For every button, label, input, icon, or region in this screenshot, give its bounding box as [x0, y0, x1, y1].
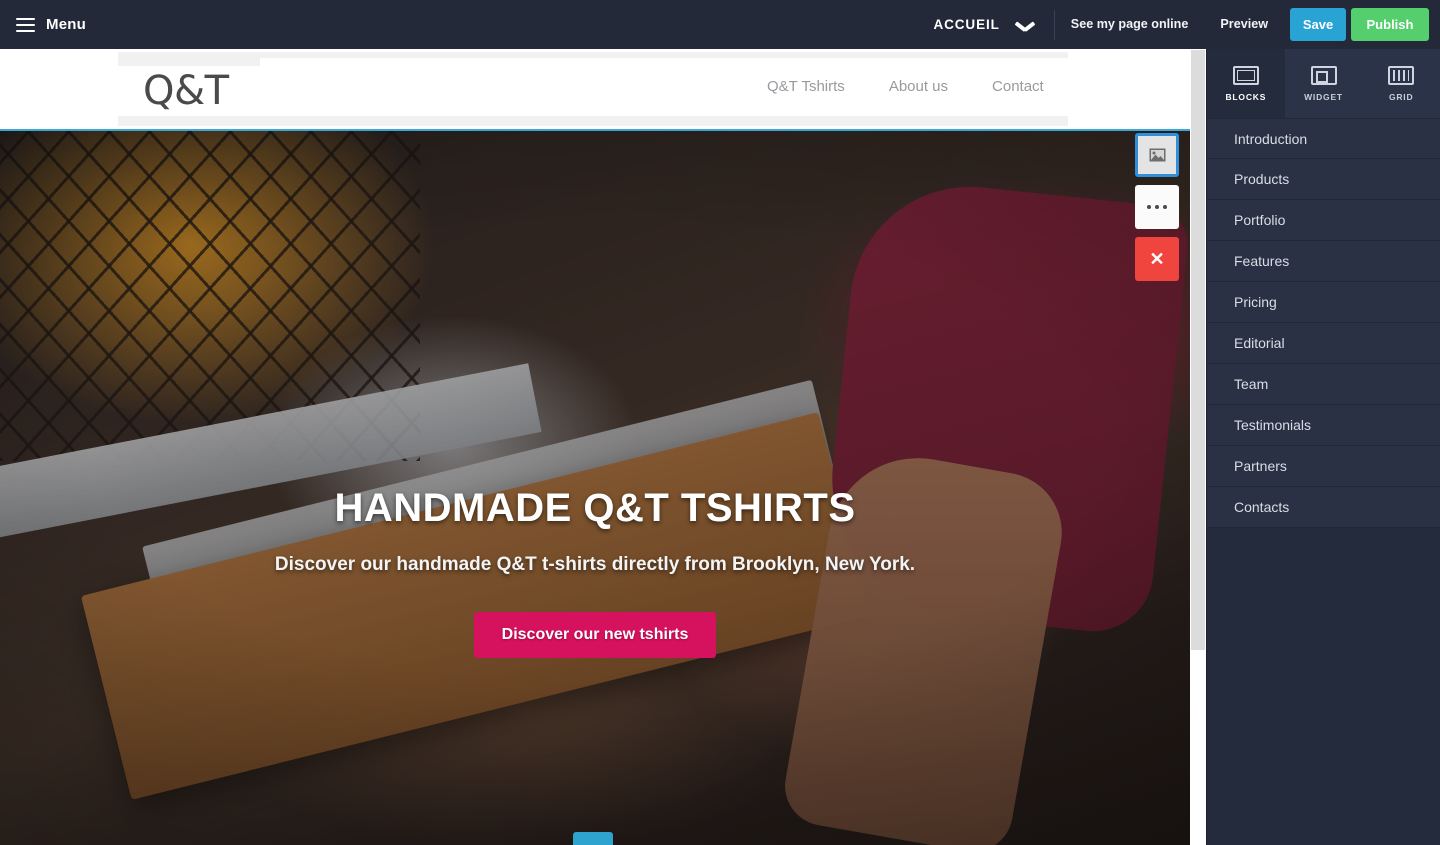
hero-cta-button[interactable]: Discover our new tshirts: [473, 612, 717, 658]
grid-icon: [1388, 65, 1415, 85]
sidebar-item-products[interactable]: Products: [1207, 159, 1440, 200]
panel-tabs: BLOCKS WIDGET GRID: [1207, 49, 1440, 118]
menu-button-label: Menu: [46, 16, 86, 33]
sidebar-item-editorial[interactable]: Editorial: [1207, 323, 1440, 364]
block-tools: ✕: [1135, 133, 1179, 281]
widget-icon: [1310, 65, 1337, 85]
ellipsis-icon: [1146, 204, 1168, 210]
hero-block[interactable]: HANDMADE Q&T TSHIRTS Discover our handma…: [0, 129, 1190, 845]
menu-button[interactable]: Menu: [16, 16, 86, 33]
nav-item-tshirts[interactable]: Q&T Tshirts: [745, 78, 867, 95]
site-logo[interactable]: Q&T: [143, 68, 229, 114]
nav-item-about[interactable]: About us: [867, 78, 970, 95]
delete-block-button[interactable]: ✕: [1135, 237, 1179, 281]
sidebar-item-introduction[interactable]: Introduction: [1207, 118, 1440, 159]
page-selector[interactable]: ACCUEIL: [933, 17, 1053, 32]
see-my-page-online-link[interactable]: See my page online: [1055, 0, 1205, 49]
logo-guide-block: [118, 52, 260, 66]
site-header: Q&T Q&T Tshirts About us Contact: [0, 49, 1190, 129]
tab-grid-label: GRID: [1388, 91, 1414, 102]
hero-content: HANDMADE Q&T TSHIRTS Discover our handma…: [0, 131, 1190, 845]
sidebar-item-team[interactable]: Team: [1207, 364, 1440, 405]
tab-blocks[interactable]: BLOCKS: [1207, 49, 1285, 118]
tab-grid[interactable]: GRID: [1362, 49, 1440, 118]
chevron-down-icon: [1016, 20, 1034, 30]
blocks-icon: [1232, 65, 1259, 85]
preview-link[interactable]: Preview: [1204, 0, 1284, 49]
block-category-list: Introduction Products Portfolio Features…: [1207, 118, 1440, 528]
header-guide-bottom: [118, 116, 1068, 126]
sidebar-item-partners[interactable]: Partners: [1207, 446, 1440, 487]
hero-title[interactable]: HANDMADE Q&T TSHIRTS: [334, 486, 855, 531]
page-canvas[interactable]: Q&T Q&T Tshirts About us Contact HANDMAD…: [0, 49, 1206, 845]
topbar-actions: ACCUEIL See my page online Preview Save …: [933, 0, 1440, 49]
save-button[interactable]: Save: [1290, 8, 1346, 41]
image-button[interactable]: [1135, 133, 1179, 177]
sidebar-item-features[interactable]: Features: [1207, 241, 1440, 282]
header-guide-top: [118, 52, 1068, 58]
hamburger-icon: [16, 17, 35, 32]
publish-button[interactable]: Publish: [1351, 8, 1429, 41]
canvas-scrollbar-thumb[interactable]: [1191, 50, 1205, 650]
hero-subtitle[interactable]: Discover our handmade Q&T t-shirts direc…: [275, 554, 915, 576]
close-icon: ✕: [1149, 249, 1165, 269]
tab-widget[interactable]: WIDGET: [1284, 49, 1363, 118]
page-selector-label: ACCUEIL: [933, 17, 1000, 32]
right-panel: BLOCKS WIDGET GRID Introduction Products…: [1206, 49, 1440, 845]
sidebar-item-contacts[interactable]: Contacts: [1207, 487, 1440, 528]
sidebar-item-portfolio[interactable]: Portfolio: [1207, 200, 1440, 241]
sidebar-item-testimonials[interactable]: Testimonials: [1207, 405, 1440, 446]
site-nav: Q&T Tshirts About us Contact: [745, 78, 1066, 95]
hero-scroll-tab[interactable]: [573, 832, 613, 845]
image-icon: [1149, 148, 1165, 162]
tab-widget-label: WIDGET: [1304, 91, 1343, 102]
more-options-button[interactable]: [1135, 185, 1179, 229]
sidebar-item-pricing[interactable]: Pricing: [1207, 282, 1440, 323]
app-topbar: Menu ACCUEIL See my page online Preview …: [0, 0, 1440, 49]
tab-blocks-label: BLOCKS: [1225, 91, 1267, 102]
nav-item-contact[interactable]: Contact: [970, 78, 1066, 95]
